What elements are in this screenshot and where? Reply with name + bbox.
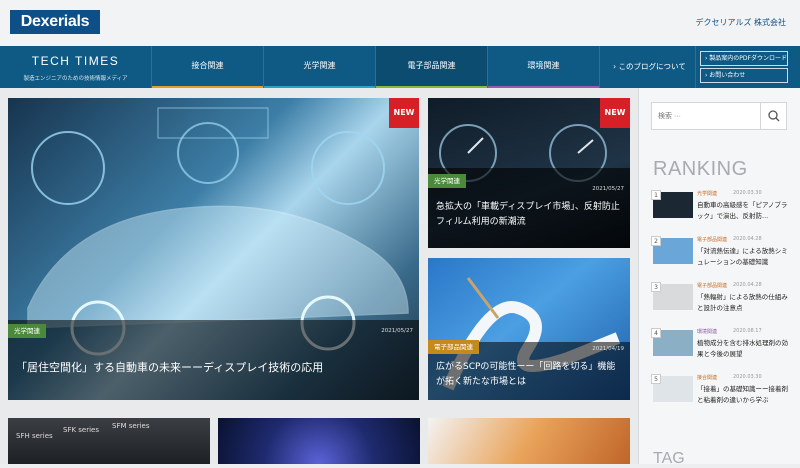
featured-article-card[interactable]: NEW 光学関連 2021/05/27 「居住空間化」する自動車の未来ーーディス… (8, 98, 419, 400)
ranking-item[interactable]: 5 接合関連 2020.03.30 「接着」の基礎知識ーー接着剤と粘着剤の違いか… (651, 374, 793, 414)
nav-label: 電子部品関連 (407, 61, 456, 70)
ranking-date: 2020.04.28 (733, 236, 762, 242)
ranking-item[interactable]: 1 光学関連 2020.03.30 自動車の高級感を「ピアノブラック」で演出、反… (651, 190, 793, 230)
main-navigation: TECH TIMES 製造エンジニアのための技術情報メディア 接合関連 光学関連… (0, 46, 800, 88)
ranking-category: 電子部品関連 (697, 283, 728, 289)
ranking-item[interactable]: 4 環境関連 2020.08.17 植物成分を含む排水処理剤の効果と今後の展望 (651, 328, 793, 368)
tag-heading: TAG (653, 450, 685, 467)
search-icon (768, 110, 780, 122)
top-bar: Dexerials デクセリアルズ 株式会社 (0, 0, 800, 46)
article-date: 2021/05/27 (592, 186, 624, 192)
search-button[interactable] (760, 103, 786, 129)
article-date: 2021/04/19 (592, 346, 624, 352)
category-tag[interactable]: 光学関連 (8, 324, 46, 338)
company-name[interactable]: デクセリアルズ 株式会社 (696, 17, 786, 28)
ranking-category: 光学関連 (697, 191, 718, 197)
ranking-date: 2020.08.17 (733, 328, 762, 334)
article-card[interactable]: 電子部品関連 2021/04/19 広がるSCPの可能性ーー「回路を切る」機能が… (428, 258, 630, 400)
rank-number: 4 (651, 328, 661, 338)
contact-button[interactable]: › お問い合わせ (700, 68, 788, 83)
article-card[interactable]: NEW 光学関連 2021/05/27 急拡大の「車載ディスプレイ市場」、反射防… (428, 98, 630, 248)
rank-number: 2 (651, 236, 661, 246)
ranking-title[interactable]: 「熱輻射」による放熱の仕組みと設計の注意点 (697, 292, 793, 314)
ranking-heading: RANKING (653, 158, 748, 180)
product-label: SFK series (63, 426, 100, 434)
article-card-partial[interactable] (428, 418, 630, 464)
nav-item-bonding[interactable]: 接合関連 (152, 46, 264, 88)
article-caption: 光学関連 2021/05/27 急拡大の「車載ディスプレイ市場」、反射防止フィル… (428, 168, 630, 248)
ranking-item[interactable]: 3 電子部品関連 2020.04.28 「熱輻射」による放熱の仕組みと設計の注意… (651, 282, 793, 322)
ranking-title[interactable]: 自動車の高級感を「ピアノブラック」で演出、反射防... (697, 200, 793, 222)
search-input[interactable] (658, 103, 758, 129)
category-tag[interactable]: 電子部品関連 (428, 340, 479, 354)
nav-label: 環境関連 (527, 61, 560, 70)
nav-label: 接合関連 (191, 61, 224, 70)
sidebar: RANKING 1 光学関連 2020.03.30 自動車の高級感を「ピアノブラ… (638, 88, 800, 467)
article-title[interactable]: 急拡大の「車載ディスプレイ市場」、反射防止フィルム利用の新潮流 (428, 200, 630, 230)
dexerials-logo[interactable]: Dexerials (10, 10, 100, 34)
ranking-date: 2020.04.28 (733, 282, 762, 288)
category-tag[interactable]: 光学関連 (428, 174, 466, 188)
ranking-title[interactable]: 植物成分を含む排水処理剤の効果と今後の展望 (697, 338, 793, 360)
article-title[interactable]: 「居住空間化」する自動車の未来ーーディスプレイ技術の応用 (8, 360, 331, 375)
search-box (651, 102, 787, 130)
rank-number: 1 (651, 190, 661, 200)
ranking-category: 環境関連 (697, 329, 718, 335)
nav-item-electronic[interactable]: 電子部品関連 (376, 46, 488, 88)
nav-item-optical[interactable]: 光学関連 (264, 46, 376, 88)
ranking-category: 電子部品関連 (697, 237, 728, 243)
article-date: 2021/05/27 (381, 328, 413, 334)
ranking-category: 接合関連 (697, 375, 718, 381)
nav-item-environment[interactable]: 環境関連 (488, 46, 600, 88)
about-blog-link[interactable]: › このブログについて (604, 46, 696, 88)
product-label: SFM series (112, 422, 150, 430)
pdf-download-button[interactable]: › 製品案内のPDFダウンロード (700, 51, 788, 66)
article-title[interactable]: 広がるSCPの可能性ーー「回路を切る」機能が拓く新たな市場とは (428, 360, 630, 390)
article-card-partial[interactable]: SFH series SFK series SFM series (8, 418, 210, 464)
article-card-partial[interactable] (218, 418, 420, 464)
ranking-item[interactable]: 2 電子部品関連 2020.04.28 「対流熱伝達」による放熱シミュレーション… (651, 236, 793, 276)
article-caption: 電子部品関連 2021/04/19 広がるSCPの可能性ーー「回路を切る」機能が… (428, 340, 630, 400)
brand-subtitle: 製造エンジニアのための技術情報メディア (23, 76, 128, 82)
rank-number: 5 (651, 374, 661, 384)
new-badge: NEW (389, 98, 419, 128)
ranking-title[interactable]: 「接着」の基礎知識ーー接着剤と粘着剤の違いから学ぶ (697, 384, 793, 406)
product-label: SFH series (16, 432, 53, 440)
rank-number: 3 (651, 282, 661, 292)
ranking-date: 2020.03.30 (733, 374, 762, 380)
tech-times-brand[interactable]: TECH TIMES 製造エンジニアのための技術情報メディア (0, 46, 152, 88)
article-grid: NEW 光学関連 2021/05/27 「居住空間化」する自動車の未来ーーディス… (0, 88, 638, 464)
nav-label: 光学関連 (303, 61, 336, 70)
ranking-date: 2020.03.30 (733, 190, 762, 196)
new-badge: NEW (600, 98, 630, 128)
brand-title: TECH TIMES (31, 54, 120, 68)
article-caption: 光学関連 2021/05/27 「居住空間化」する自動車の未来ーーディスプレイ技… (8, 320, 419, 400)
ranking-title[interactable]: 「対流熱伝達」による放熱シミュレーションの基礎知識 (697, 246, 793, 268)
